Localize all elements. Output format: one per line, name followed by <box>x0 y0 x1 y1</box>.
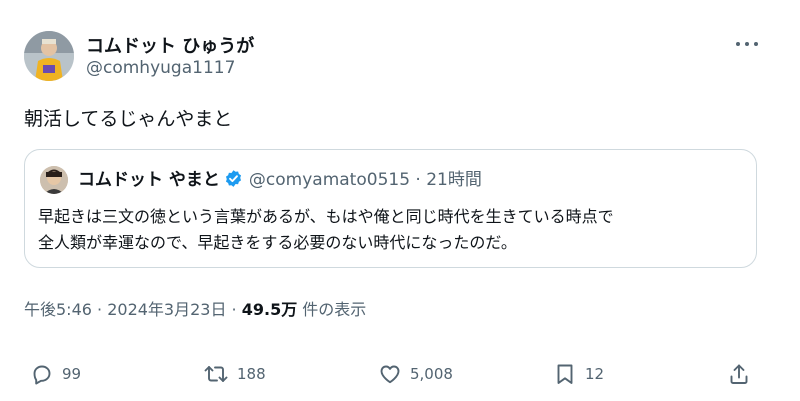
meta-separator: · <box>91 300 108 319</box>
share-icon <box>730 364 748 384</box>
retweet-icon <box>204 366 228 382</box>
reply-count: 99 <box>62 365 82 383</box>
avatar-image <box>24 31 74 81</box>
author-avatar[interactable] <box>24 31 74 81</box>
share-button[interactable] <box>727 360 751 388</box>
author-handle[interactable]: @comhyuga1117 <box>86 58 235 78</box>
quoted-tweet-card[interactable]: コムドット やまと @comyamato0515 · 21時間 早起きは三文の徳と… <box>24 149 757 268</box>
more-options-icon[interactable] <box>734 37 760 51</box>
quoted-avatar-image <box>40 166 68 194</box>
views-label: 件の表示 <box>297 300 367 319</box>
tweet-meta: 午後5:46 · 2024年3月23日 · 49.5万 件の表示 <box>24 296 366 320</box>
like-button[interactable]: 5,008 <box>378 360 453 388</box>
quoted-time[interactable]: 21時間 <box>426 170 482 190</box>
author-display-name[interactable]: コムドット ひゅうが <box>86 32 254 58</box>
like-count: 5,008 <box>410 365 453 383</box>
retweet-count: 188 <box>237 365 266 383</box>
quoted-author-avatar[interactable] <box>40 166 68 194</box>
meta-separator: · <box>226 300 242 319</box>
heart-icon <box>380 365 400 384</box>
verified-badge-icon <box>224 169 243 195</box>
tweet-time[interactable]: 午後5:46 <box>24 300 92 319</box>
quoted-text: 早起きは三文の徳という言葉があるが、もはや俺と同じ時代を生きている時点で 全人類… <box>38 204 614 256</box>
quoted-handle[interactable]: @comyamato0515 <box>249 170 410 190</box>
tweet-date[interactable]: 2024年3月23日 <box>107 300 226 319</box>
reply-button[interactable]: 99 <box>30 360 81 388</box>
bookmark-count: 12 <box>585 365 605 383</box>
reply-icon <box>33 365 51 385</box>
tweet-text: 朝活してるじゃんやまと <box>24 108 233 130</box>
quoted-separator: · <box>415 170 421 190</box>
quoted-display-name[interactable]: コムドット やまと <box>78 170 220 190</box>
view-count: 49.5万 <box>241 300 298 319</box>
bookmark-button[interactable]: 12 <box>553 360 604 388</box>
quoted-header: コムドット やまと @comyamato0515 · 21時間 <box>78 168 482 195</box>
quoted-text-line-2: 全人類が幸運なので、早起きをする必要のない時代になったのだ。 <box>38 233 517 252</box>
retweet-button[interactable]: 188 <box>203 360 266 388</box>
quoted-text-line-1: 早起きは三文の徳という言葉があるが、もはや俺と同じ時代を生きている時点で <box>38 207 614 226</box>
bookmark-icon <box>557 364 573 384</box>
